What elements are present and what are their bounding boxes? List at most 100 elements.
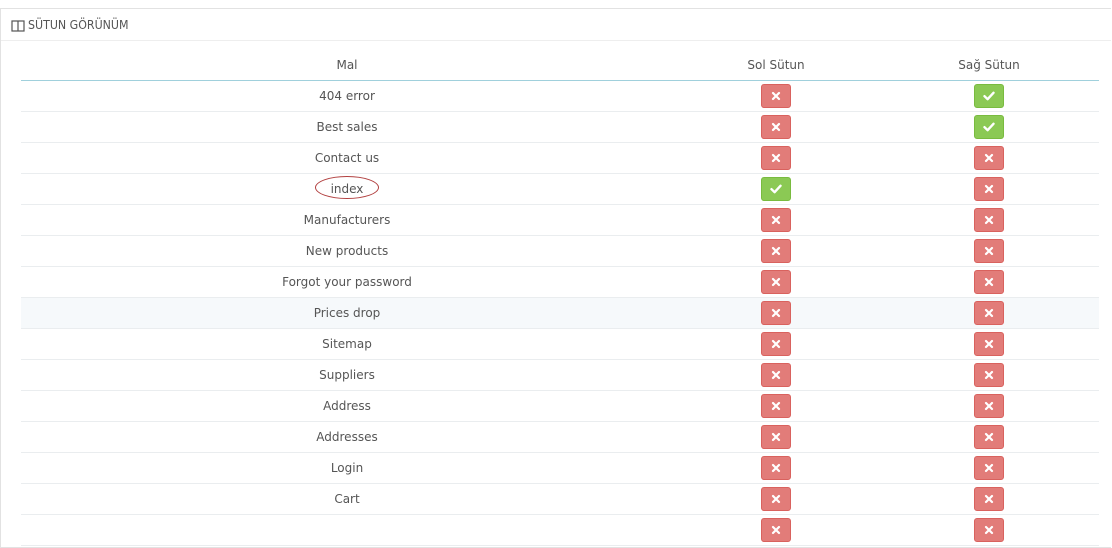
left-column-toggle-button[interactable] [761, 332, 791, 356]
left-column-cell [673, 142, 879, 174]
left-column-toggle-button[interactable] [761, 487, 791, 511]
right-column-toggle-button[interactable] [974, 456, 1004, 480]
page-name: Addresses [316, 430, 378, 444]
panel-heading: SÜTUN GÖRÜNÜM [1, 9, 1111, 41]
page-name: Prices drop [313, 306, 381, 320]
right-column-cell [879, 111, 1099, 143]
right-column-cell [879, 514, 1099, 546]
right-column-cell [879, 452, 1099, 484]
left-column-toggle-button[interactable] [761, 115, 791, 139]
table-row: Cart [21, 483, 1099, 515]
left-column-cell [673, 80, 879, 112]
page-name: 404 error [319, 89, 375, 103]
page-name-cell: Login [21, 452, 673, 484]
column-visibility-table: Mal Sol Sütun Sağ Sütun 404 error Best sa… [21, 49, 1099, 546]
left-column-cell [673, 111, 879, 143]
left-column-cell [673, 483, 879, 515]
left-column-cell [673, 452, 879, 484]
right-column-toggle-button[interactable] [974, 518, 1004, 542]
table-row: Manufacturers [21, 204, 1099, 236]
page-name-cell: Forgot your password [21, 266, 673, 298]
right-column-toggle-button[interactable] [974, 239, 1004, 263]
left-column-toggle-button[interactable] [761, 84, 791, 108]
right-column-toggle-button[interactable] [974, 487, 1004, 511]
table-row: 404 error [21, 80, 1099, 112]
left-column-cell [673, 390, 879, 422]
page-name: Address [323, 399, 371, 413]
left-column-cell [673, 204, 879, 236]
page-name-cell: Suppliers [21, 359, 673, 391]
left-column-cell [673, 421, 879, 453]
page-name-cell: Best sales [21, 111, 673, 143]
page-name: Best sales [316, 120, 378, 134]
right-column-cell [879, 266, 1099, 298]
right-column-cell [879, 390, 1099, 422]
page-name-cell: Manufacturers [21, 204, 673, 236]
page-name: Manufacturers [303, 213, 391, 227]
left-column-cell [673, 297, 879, 329]
page-name-cell: Prices drop [21, 297, 673, 329]
left-column-toggle-button[interactable] [761, 456, 791, 480]
right-column-toggle-button[interactable] [974, 208, 1004, 232]
columns-icon [11, 18, 25, 32]
right-column-cell [879, 142, 1099, 174]
right-column-toggle-button[interactable] [974, 270, 1004, 294]
page-name-cell: Contact us [21, 142, 673, 174]
right-column-toggle-button[interactable] [974, 301, 1004, 325]
right-column-toggle-button[interactable] [974, 394, 1004, 418]
left-column-toggle-button[interactable] [761, 363, 791, 387]
left-column-toggle-button[interactable] [761, 394, 791, 418]
right-column-cell [879, 421, 1099, 453]
right-column-toggle-button[interactable] [974, 146, 1004, 170]
left-column-toggle-button[interactable] [761, 270, 791, 294]
right-column-cell [879, 235, 1099, 267]
left-column-cell [673, 173, 879, 205]
right-column-toggle-button[interactable] [974, 425, 1004, 449]
right-column-cell [879, 359, 1099, 391]
page-name-cell: New products [21, 235, 673, 267]
table-row: Prices drop [21, 297, 1099, 329]
right-column-cell [879, 204, 1099, 236]
page-name: index [314, 176, 379, 199]
left-column-toggle-button[interactable] [761, 518, 791, 542]
table-header-row: Mal Sol Sütun Sağ Sütun [21, 49, 1099, 81]
right-column-cell [879, 297, 1099, 329]
right-column-toggle-button[interactable] [974, 115, 1004, 139]
table-row: index [21, 173, 1099, 205]
right-column-toggle-button[interactable] [974, 177, 1004, 201]
page-name: Contact us [314, 151, 380, 165]
page-name: Sitemap [322, 337, 372, 351]
left-column-toggle-button[interactable] [761, 208, 791, 232]
page-name: Cart [334, 492, 360, 506]
right-column-toggle-button[interactable] [974, 332, 1004, 356]
right-column-toggle-button[interactable] [974, 363, 1004, 387]
table-row: Sitemap [21, 328, 1099, 360]
left-column-toggle-button[interactable] [761, 239, 791, 263]
page-name: Login [330, 461, 364, 475]
page-name: Suppliers [319, 368, 375, 382]
header-right-column: Sağ Sütun [879, 49, 1099, 81]
table-row: Login [21, 452, 1099, 484]
left-column-toggle-button[interactable] [761, 425, 791, 449]
right-column-toggle-button[interactable] [974, 84, 1004, 108]
header-left-column: Sol Sütun [673, 49, 879, 81]
page-name: New products [305, 244, 389, 258]
highlight-annotation-ring [314, 176, 379, 199]
left-column-cell [673, 328, 879, 360]
left-column-cell [673, 359, 879, 391]
left-column-toggle-button[interactable] [761, 177, 791, 201]
table-row: Address [21, 390, 1099, 422]
page-name-cell: 404 error [21, 80, 673, 112]
table-row: Contact us [21, 142, 1099, 174]
right-column-cell [879, 483, 1099, 515]
page-name-cell: Addresses [21, 421, 673, 453]
left-column-toggle-button[interactable] [761, 146, 791, 170]
page-name: Forgot your password [282, 275, 412, 289]
table-row: Suppliers [21, 359, 1099, 391]
page-name-cell: Sitemap [21, 328, 673, 360]
header-page: Mal [21, 49, 673, 81]
left-column-toggle-button[interactable] [761, 301, 791, 325]
table-row [21, 514, 1099, 546]
table-row: Best sales [21, 111, 1099, 143]
left-column-cell [673, 514, 879, 546]
